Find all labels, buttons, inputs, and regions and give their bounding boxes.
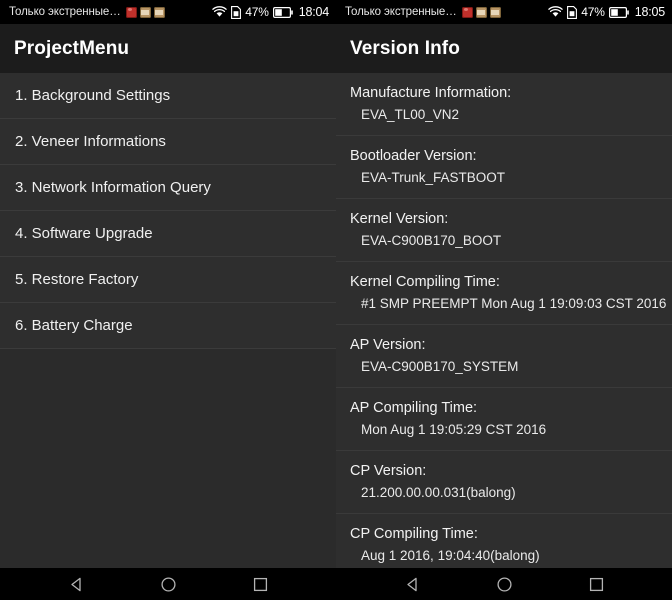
home-icon[interactable] bbox=[491, 571, 517, 597]
panels-container: Только экстренные… 47% 18:04 ProjectMenu… bbox=[0, 0, 672, 568]
info-row-bootloader-version[interactable]: Bootloader Version: EVA-Trunk_FASTBOOT bbox=[336, 136, 672, 199]
battery-icon bbox=[608, 6, 629, 18]
info-value: EVA_TL00_VN2 bbox=[361, 107, 460, 122]
app-tan-image-icon bbox=[153, 6, 165, 18]
clock-left: 18:04 bbox=[298, 5, 329, 19]
info-label: AP Compiling Time: bbox=[350, 400, 478, 416]
recents-icon[interactable] bbox=[583, 571, 609, 597]
home-icon[interactable] bbox=[155, 571, 181, 597]
status-bar-left: Только экстренные… 47% 18:04 bbox=[0, 0, 336, 24]
battery-icon bbox=[272, 6, 293, 18]
battery-percent-right: 47% bbox=[581, 5, 605, 19]
app-red-icon bbox=[461, 6, 473, 18]
battery-percent-left: 47% bbox=[245, 5, 269, 19]
info-label: Manufacture Information: bbox=[350, 85, 512, 101]
info-value: EVA-C900B170_SYSTEM bbox=[361, 359, 519, 374]
info-label: CP Compiling Time: bbox=[350, 526, 478, 542]
carrier-label-right: Только экстренные… bbox=[345, 6, 457, 18]
menu-item-label: 4. Software Upgrade bbox=[15, 225, 153, 242]
page-title-right: Version Info bbox=[350, 37, 460, 59]
sim-card-icon bbox=[231, 5, 242, 19]
page-title-left: ProjectMenu bbox=[14, 37, 130, 59]
back-icon[interactable] bbox=[63, 571, 89, 597]
info-label: AP Version: bbox=[350, 337, 426, 353]
menu-item-network-information-query[interactable]: 3. Network Information Query bbox=[0, 165, 336, 211]
info-row-kernel-version[interactable]: Kernel Version: EVA-C900B170_BOOT bbox=[336, 199, 672, 262]
menu-item-label: 6. Battery Charge bbox=[15, 317, 133, 334]
dual-phone-screenshot: Только экстренные… 47% 18:04 ProjectMenu… bbox=[0, 0, 672, 600]
info-label: Kernel Compiling Time: bbox=[350, 274, 500, 290]
info-row-ap-version[interactable]: AP Version: EVA-C900B170_SYSTEM bbox=[336, 325, 672, 388]
status-bar-right-left: 47% 18:04 bbox=[212, 5, 329, 19]
info-label: CP Version: bbox=[350, 463, 427, 479]
left-app-header: ProjectMenu bbox=[0, 24, 336, 73]
menu-item-battery-charge[interactable]: 6. Battery Charge bbox=[0, 303, 336, 349]
left-phone-panel: Только экстренные… 47% 18:04 ProjectMenu… bbox=[0, 0, 336, 568]
info-value: EVA-Trunk_FASTBOOT bbox=[361, 170, 506, 185]
notification-icons-left bbox=[125, 6, 165, 18]
navigation-bar-left bbox=[0, 568, 336, 600]
app-red-icon bbox=[125, 6, 137, 18]
app-tan-mail-icon bbox=[139, 6, 151, 18]
menu-item-veneer-informations[interactable]: 2. Veneer Informations bbox=[0, 119, 336, 165]
info-value: Aug 1 2016, 19:04:40(balong) bbox=[361, 548, 540, 563]
app-tan-mail-icon bbox=[475, 6, 487, 18]
menu-item-restore-factory[interactable]: 5. Restore Factory bbox=[0, 257, 336, 303]
info-value: #1 SMP PREEMPT Mon Aug 1 19:09:03 CST 20… bbox=[361, 296, 667, 311]
project-menu-list[interactable]: 1. Background Settings 2. Veneer Informa… bbox=[0, 73, 336, 568]
wifi-icon bbox=[212, 6, 228, 17]
menu-item-software-upgrade[interactable]: 4. Software Upgrade bbox=[0, 211, 336, 257]
wifi-icon bbox=[548, 6, 564, 17]
status-bar-right-right: 47% 18:05 bbox=[548, 5, 665, 19]
info-row-kernel-compiling-time[interactable]: Kernel Compiling Time: #1 SMP PREEMPT Mo… bbox=[336, 262, 672, 325]
app-tan-image-icon bbox=[489, 6, 501, 18]
info-label: Kernel Version: bbox=[350, 211, 449, 227]
menu-item-label: 3. Network Information Query bbox=[15, 179, 211, 196]
back-icon[interactable] bbox=[399, 571, 425, 597]
right-app-header: Version Info bbox=[336, 24, 672, 73]
recents-icon[interactable] bbox=[247, 571, 273, 597]
info-label: Bootloader Version: bbox=[350, 148, 477, 164]
info-row-manufacture-information[interactable]: Manufacture Information: EVA_TL00_VN2 bbox=[336, 73, 672, 136]
carrier-label-left: Только экстренные… bbox=[9, 6, 121, 18]
menu-item-label: 2. Veneer Informations bbox=[15, 133, 166, 150]
sim-card-icon bbox=[567, 5, 578, 19]
info-value: Mon Aug 1 19:05:29 CST 2016 bbox=[361, 422, 547, 437]
navigation-bars bbox=[0, 568, 672, 600]
menu-item-background-settings[interactable]: 1. Background Settings bbox=[0, 73, 336, 119]
version-info-list[interactable]: Manufacture Information: EVA_TL00_VN2 Bo… bbox=[336, 73, 672, 568]
info-row-ap-compiling-time[interactable]: AP Compiling Time: Mon Aug 1 19:05:29 CS… bbox=[336, 388, 672, 451]
right-phone-panel: Только экстренные… 47% 18:05 Version Inf… bbox=[336, 0, 672, 568]
clock-right: 18:05 bbox=[634, 5, 665, 19]
status-bar-right: Только экстренные… 47% 18:05 bbox=[336, 0, 672, 24]
info-value: EVA-C900B170_BOOT bbox=[361, 233, 502, 248]
navigation-bar-right bbox=[336, 568, 672, 600]
info-row-cp-version[interactable]: CP Version: 21.200.00.00.031(balong) bbox=[336, 451, 672, 514]
menu-item-label: 1. Background Settings bbox=[15, 87, 171, 104]
info-value: 21.200.00.00.031(balong) bbox=[361, 485, 516, 500]
notification-icons-right bbox=[461, 6, 501, 18]
info-row-cp-compiling-time[interactable]: CP Compiling Time: Aug 1 2016, 19:04:40(… bbox=[336, 514, 672, 568]
menu-item-label: 5. Restore Factory bbox=[15, 271, 139, 288]
